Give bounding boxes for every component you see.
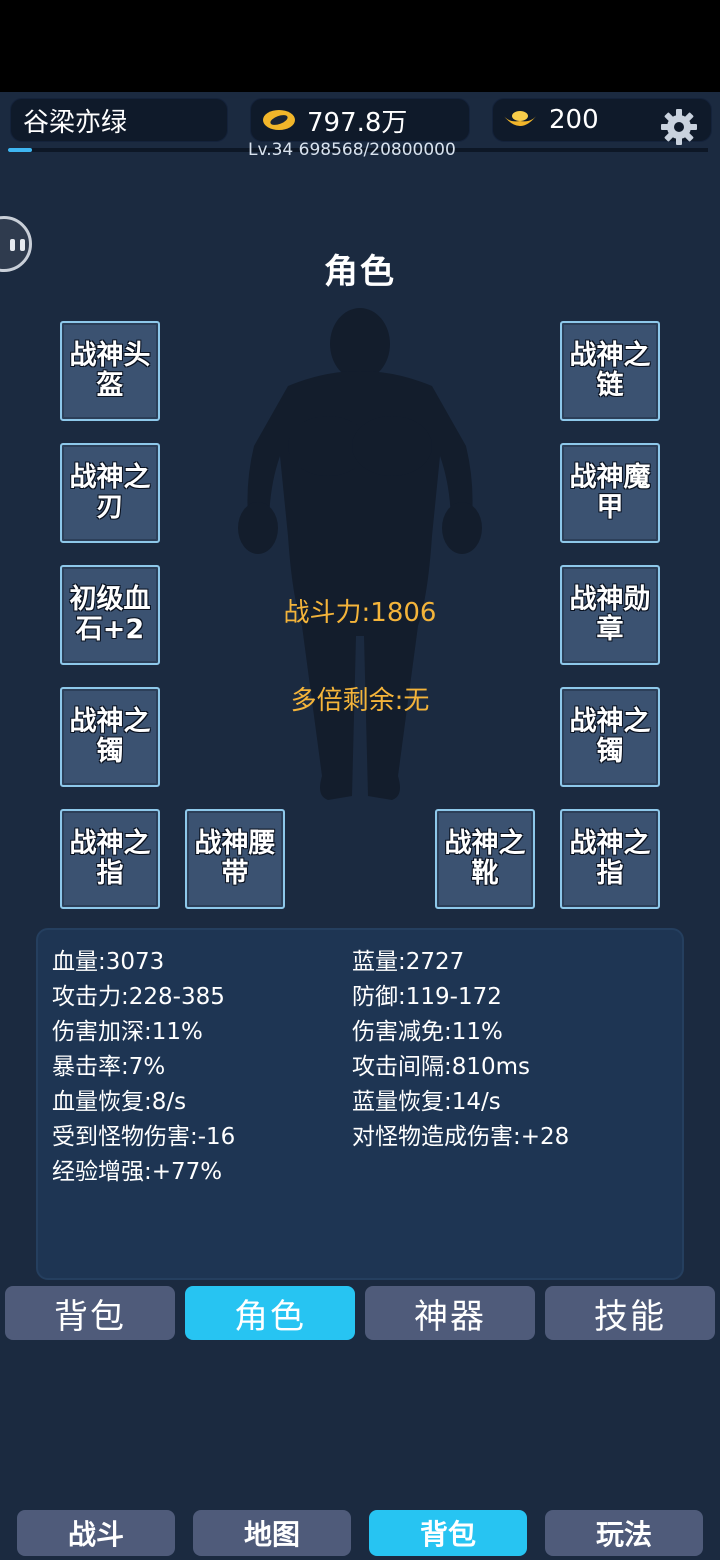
stat-attack-interval: 攻击间隔:810ms xyxy=(352,1054,531,1080)
stat-defense: 防御:119-172 xyxy=(352,984,502,1010)
stat-exp-boost: 经验增强:+77% xyxy=(52,1159,223,1185)
character-silhouette xyxy=(238,308,482,800)
stats-panel: 血量:3073 攻击力:228-385 伤害加深:11% 暴击率:7% 血量恢复… xyxy=(36,928,684,1280)
combat-power: 战斗力:1806 xyxy=(283,598,437,628)
tab-artifact[interactable]: 神器 xyxy=(365,1286,535,1340)
stat-damage-reduction: 伤害减免:11% xyxy=(352,1019,503,1045)
stat-hp: 血量:3073 xyxy=(52,949,165,975)
gold-coin-icon xyxy=(263,110,295,130)
stats-right-column: 蓝量:2727 防御:119-172 伤害减免:11% 攻击间隔:810ms 蓝… xyxy=(352,946,569,1156)
equip-slot-armor[interactable]: 战神魔甲 xyxy=(560,443,660,543)
nav-gameplay[interactable]: 玩法 xyxy=(545,1510,703,1556)
player-name: 谷梁亦绿 xyxy=(23,107,128,138)
tab-character[interactable]: 角色 xyxy=(185,1286,355,1340)
gold-amount: 797.8万 xyxy=(307,107,408,138)
nav-map[interactable]: 地图 xyxy=(193,1510,351,1556)
ingot-amount: 200 xyxy=(549,105,599,135)
stat-damage-boost: 伤害加深:11% xyxy=(52,1019,203,1045)
equip-slot-helmet[interactable]: 战神头盔 xyxy=(60,321,160,421)
sub-tabs: 背包 角色 神器 技能 xyxy=(0,1286,720,1342)
tab-skills[interactable]: 技能 xyxy=(545,1286,715,1340)
top-bar: 谷梁亦绿 797.8万 200 Lv.34 698568/20800000 xyxy=(0,92,720,162)
nav-bag[interactable]: 背包 xyxy=(369,1510,527,1556)
stat-monster-damage-dealt: 对怪物造成伤害:+28 xyxy=(352,1124,570,1150)
equip-slot-weapon[interactable]: 战神之刃 xyxy=(60,443,160,543)
bottom-nav: 战斗 地图 背包 玩法 xyxy=(0,1510,720,1558)
nav-battle[interactable]: 战斗 xyxy=(17,1510,175,1556)
gold-ingot-icon xyxy=(503,111,537,126)
equip-slot-necklace[interactable]: 战神之链 xyxy=(560,321,660,421)
stat-mp: 蓝量:2727 xyxy=(352,949,465,975)
tab-bag[interactable]: 背包 xyxy=(5,1286,175,1340)
page-title: 角色 xyxy=(324,252,396,292)
multiplier-remaining: 多倍剩余:无 xyxy=(290,686,430,716)
stat-mp-regen: 蓝量恢复:14/s xyxy=(352,1089,501,1115)
gear-icon[interactable] xyxy=(659,107,699,147)
stat-hp-regen: 血量恢复:8/s xyxy=(52,1089,187,1115)
exp-bar-fill xyxy=(8,148,32,152)
ingot-pill[interactable]: 200 xyxy=(492,98,712,145)
equip-slot-ring-left[interactable]: 战神之指 xyxy=(60,809,160,909)
player-name-pill[interactable]: 谷梁亦绿 xyxy=(10,98,228,142)
status-bar xyxy=(0,0,720,92)
stat-crit-rate: 暴击率:7% xyxy=(52,1054,166,1080)
equip-slot-belt[interactable]: 战神腰带 xyxy=(185,809,285,909)
level-exp-text: Lv.34 698568/20800000 xyxy=(248,140,456,160)
equip-slot-ring-right[interactable]: 战神之指 xyxy=(560,809,660,909)
gold-pill[interactable]: 797.8万 xyxy=(250,98,470,142)
stats-left-column: 血量:3073 攻击力:228-385 伤害加深:11% 暴击率:7% 血量恢复… xyxy=(52,946,235,1191)
equip-slot-boots[interactable]: 战神之靴 xyxy=(435,809,535,909)
stat-monster-damage-taken: 受到怪物伤害:-16 xyxy=(52,1124,236,1150)
stat-attack: 攻击力:228-385 xyxy=(52,984,225,1010)
